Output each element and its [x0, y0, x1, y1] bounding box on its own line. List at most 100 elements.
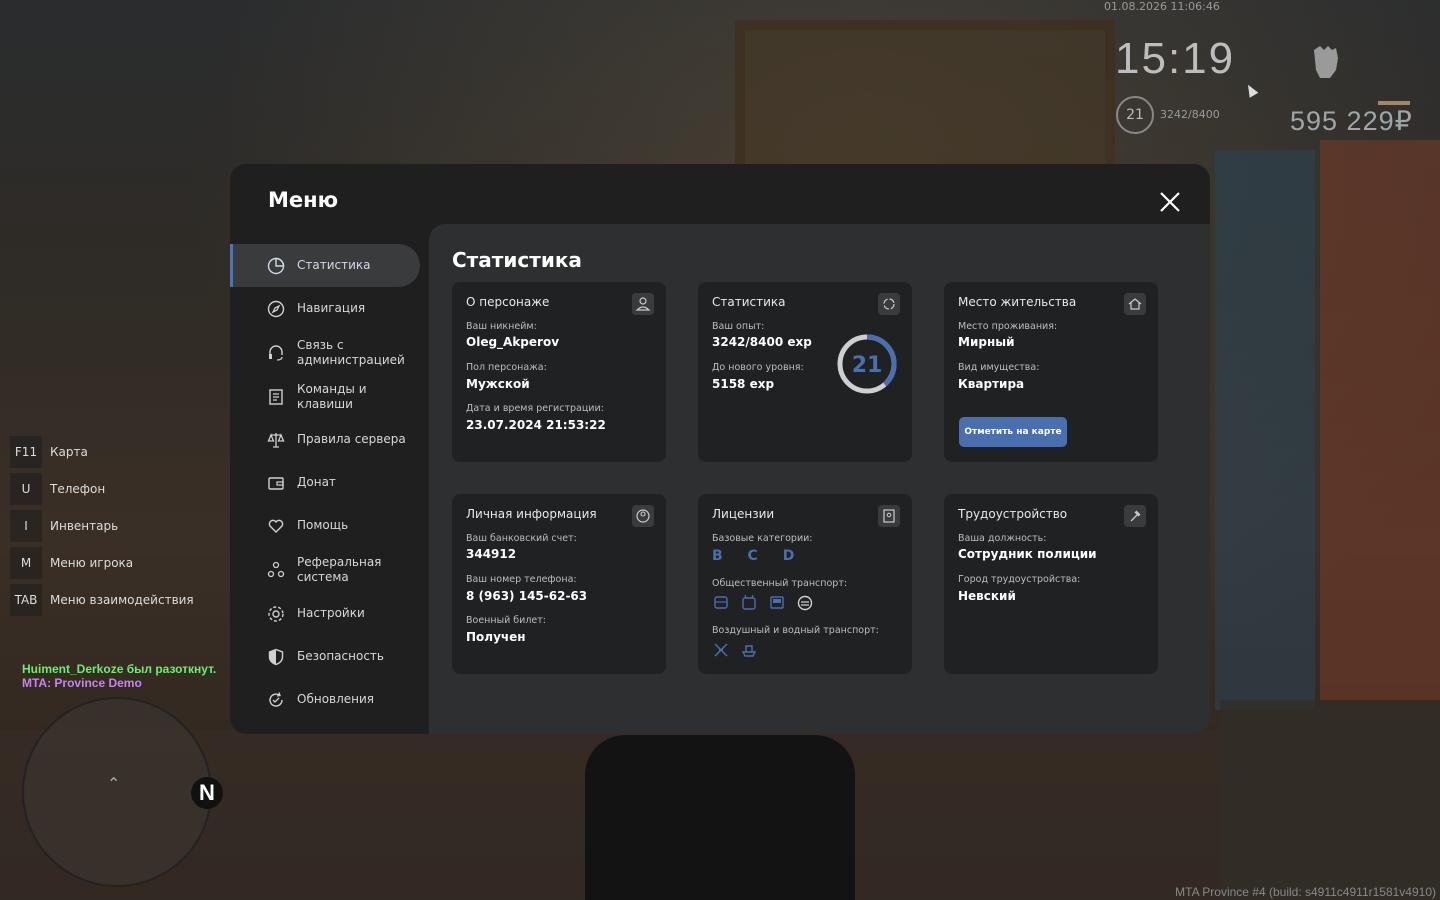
sidebar-item-label: Реферальная система: [297, 554, 382, 584]
phone-value: 8 (963) 145-62-63: [466, 589, 588, 603]
hud-clock: 15:19: [1115, 34, 1236, 83]
public-transport-label: Общественный транспорт:: [712, 578, 848, 589]
sidebar-item-admin-contact[interactable]: Связь с администрацией: [230, 330, 420, 375]
sidebar-item-label: Статистика: [297, 258, 371, 272]
build-info: MTA Province #4 (build: s4911c4911r1581v…: [1175, 885, 1436, 899]
id-card-icon: [878, 505, 900, 527]
stats-card: Статистика Ваш опыт: 3242/8400 exp До но…: [698, 282, 912, 462]
sidebar-item-label: Донат: [297, 475, 336, 489]
next-level-label: До нового уровня:: [712, 362, 804, 373]
stats-icon: [267, 257, 285, 274]
reg-value: 23.07.2024 21:53:22: [466, 418, 606, 432]
hud-level-ring: 21: [1116, 96, 1154, 134]
military-value: Получен: [466, 630, 526, 644]
sidebar-item-updates[interactable]: Обновления: [230, 678, 420, 721]
residence-card: Место жительства Место проживания: Мирны…: [944, 282, 1158, 462]
public-transport-icons: [712, 594, 814, 612]
person-circle-icon: [632, 505, 654, 527]
base-categories-value: B C D: [712, 548, 805, 564]
gender-label: Пол персонажа:: [466, 362, 547, 373]
trolleybus-icon: [742, 594, 756, 610]
nick-value: Oleg_Akperov: [466, 335, 560, 349]
background-notice-board: [1320, 140, 1440, 700]
city-value: Невский: [958, 589, 1016, 603]
property-label: Вид имущества:: [958, 362, 1040, 373]
heart-hand-icon: [268, 519, 284, 533]
player-menu-window: Меню Статистика Навигация Связь с админи…: [230, 164, 1210, 734]
keybind-label: Карта: [50, 445, 88, 459]
hammer-icon: [1124, 505, 1146, 527]
close-icon[interactable]: [1159, 191, 1181, 213]
personal-info-card: Личная информация Ваш банковский счет: 3…: [452, 494, 666, 674]
menu-sidebar: Статистика Навигация Связь с администрац…: [230, 244, 420, 721]
character-card: О персонаже Ваш никнейм: Oleg_Akperov По…: [452, 282, 666, 462]
sidebar-item-donate[interactable]: Донат: [230, 461, 420, 504]
user-icon: [632, 293, 654, 315]
referral-icon: [267, 561, 285, 577]
tram-icon: [770, 596, 784, 609]
property-value: Квартира: [958, 377, 1025, 391]
keybind-player-menu[interactable]: M Меню игрока: [10, 545, 194, 581]
player-arrow-icon: ⌃: [107, 774, 121, 793]
sidebar-item-label: Обновления: [297, 692, 375, 706]
sidebar-item-commands[interactable]: Команды и клавиши: [230, 375, 420, 418]
chat-line: MTA: Province Demo: [22, 676, 142, 690]
keybind-phone[interactable]: U Телефон: [10, 471, 194, 507]
statistics-panel: Статистика О персонаже Ваш никнейм: Oleg…: [429, 224, 1210, 734]
keybind-inventory[interactable]: I Инвентарь: [10, 508, 194, 544]
sync-icon: [878, 293, 900, 315]
boat-icon: [741, 645, 757, 657]
keybind-map[interactable]: F11 Карта: [10, 434, 194, 470]
military-label: Военный билет:: [466, 615, 546, 626]
background-locker: [1215, 150, 1315, 710]
licenses-card: Лицензии Базовые категории: B C D Общест…: [698, 494, 912, 674]
scales-icon: [267, 432, 285, 448]
air-water-transport-label: Воздушный и водный транспорт:: [712, 625, 879, 636]
sidebar-item-label: Помощь: [297, 518, 349, 532]
hud-money: 595 229₽: [1290, 106, 1413, 136]
sidebar-item-help[interactable]: Помощь: [230, 504, 420, 547]
hud-datetime: 01.08.2026 11:06:46: [1104, 0, 1220, 13]
sidebar-item-label: Правила сервера: [297, 432, 406, 446]
keybind-label: Инвентарь: [50, 519, 119, 533]
sidebar-item-navigation[interactable]: Навигация: [230, 287, 420, 330]
nick-label: Ваш никнейм:: [466, 321, 537, 332]
air-water-transport-icons: [712, 641, 758, 659]
sidebar-item-security[interactable]: Безопасность: [230, 635, 420, 678]
exp-value: 3242/8400 exp: [712, 335, 812, 349]
hud-health-bar: [1378, 101, 1410, 105]
key-badge: U: [10, 473, 42, 505]
home-icon: [1124, 293, 1146, 315]
keybind-interaction-menu[interactable]: TAB Меню взаимодействия: [10, 582, 194, 618]
sidebar-item-label: Безопасность: [297, 649, 384, 663]
wallet-icon: [268, 476, 284, 490]
level-number: 21: [852, 353, 883, 378]
plane-icon: [714, 643, 728, 657]
sidebar-item-label: Связь с администрацией: [297, 337, 405, 367]
document-icon: [269, 388, 283, 405]
position-label: Ваша должность:: [958, 533, 1047, 544]
sidebar-item-referral[interactable]: Реферальная система: [230, 547, 420, 592]
shield-icon: [268, 648, 284, 665]
keybind-list: F11 Карта U Телефон I Инвентарь M Меню игрок…: [10, 434, 194, 619]
menu-title: Меню: [268, 188, 339, 212]
background-bench: [1220, 700, 1440, 900]
exp-label: Ваш опыт:: [712, 321, 765, 332]
metro-icon: [797, 595, 813, 611]
hud-exp: 3242/8400: [1160, 108, 1220, 121]
gear-icon: [268, 605, 284, 622]
key-badge: I: [10, 510, 42, 542]
employment-card: Трудоустройство Ваша должность: Сотрудни…: [944, 494, 1158, 674]
sidebar-item-settings[interactable]: Настройки: [230, 592, 420, 635]
card-title: Статистика: [712, 295, 786, 309]
sidebar-item-rules[interactable]: Правила сервера: [230, 418, 420, 461]
base-categories-label: Базовые категории:: [712, 533, 813, 544]
reg-label: Дата и время регистрации:: [466, 403, 604, 414]
phone-label: Ваш номер телефона:: [466, 574, 577, 585]
sidebar-item-statistics[interactable]: Статистика: [230, 244, 420, 287]
mark-on-map-button[interactable]: Отметить на карте: [959, 417, 1067, 447]
fist-icon: [1314, 46, 1338, 78]
card-title: О персонаже: [466, 295, 550, 309]
bank-label: Ваш банковский счет:: [466, 533, 577, 544]
card-title: Трудоустройство: [958, 507, 1068, 521]
